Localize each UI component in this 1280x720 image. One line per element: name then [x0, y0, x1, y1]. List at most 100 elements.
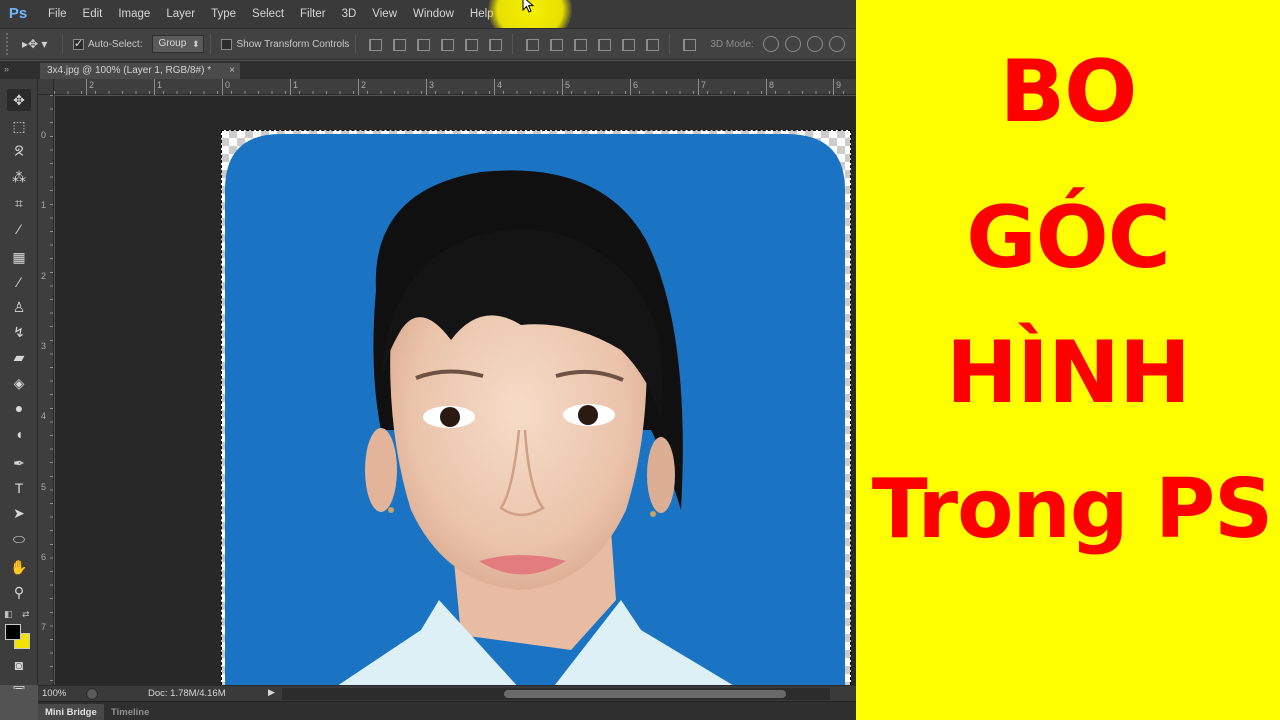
document-tab-bar: » 3x4.jpg @ 100% (Layer 1, RGB/8#) * × — [0, 61, 856, 79]
ruler-label: 7 — [41, 622, 47, 632]
align-vertical-center-icon[interactable] — [391, 37, 407, 51]
menu-view[interactable]: View — [364, 0, 405, 28]
ruler-label: 4 — [497, 80, 503, 90]
lasso-tool-icon[interactable]: ᘝ — [7, 140, 31, 162]
align-top-icon[interactable] — [367, 37, 383, 51]
ruler-label: 5 — [41, 482, 47, 492]
ruler-origin[interactable] — [38, 79, 54, 95]
auto-select-mode-dropdown[interactable]: Group — [152, 35, 205, 53]
ruler-label: 8 — [769, 80, 775, 90]
auto-align-layers-icon[interactable] — [681, 37, 697, 51]
close-icon[interactable]: × — [229, 63, 235, 79]
bottom-panel: Mini Bridge Timeline — [38, 701, 856, 720]
zoom-tool-icon[interactable]: ⚲ — [7, 581, 31, 603]
default-colors-icon[interactable]: ◧ — [4, 609, 13, 620]
show-transform-controls-checkbox[interactable] — [221, 38, 233, 50]
divider — [512, 34, 514, 54]
title-line: BO — [999, 42, 1138, 142]
eraser-tool-icon[interactable]: ▰ — [7, 346, 31, 368]
hand-tool-icon[interactable]: ✋ — [7, 556, 31, 578]
vertical-ruler[interactable]: 0 1 2 3 4 5 6 7 — [38, 95, 54, 685]
3d-roll-icon[interactable] — [784, 36, 801, 52]
distribute-left-icon[interactable] — [596, 37, 612, 51]
menu-bar: Ps File Edit Image Layer Type Select Fil… — [0, 0, 856, 28]
screen-mode-icon[interactable]: ▣ — [7, 679, 31, 689]
zoom-icon[interactable] — [86, 688, 98, 700]
ruler-label: 1 — [293, 80, 299, 90]
title-line: GÓC — [966, 188, 1171, 288]
portrait-photo — [225, 134, 845, 685]
move-tool-icon[interactable]: ▸✥ ▾ — [22, 33, 56, 55]
distribute-horizontal-center-icon[interactable] — [620, 37, 636, 51]
tab-timeline[interactable]: Timeline — [104, 704, 156, 720]
distribute-top-icon[interactable] — [524, 37, 540, 51]
pen-tool-icon[interactable]: ✒ — [7, 452, 31, 474]
3d-rotate-icon[interactable] — [762, 36, 779, 52]
ruler-label: 3 — [41, 341, 47, 351]
menu-layer[interactable]: Layer — [158, 0, 203, 28]
scrollbar-thumb[interactable] — [504, 690, 786, 698]
brush-tool-icon[interactable]: ∕ — [7, 271, 31, 293]
menu-image[interactable]: Image — [110, 0, 158, 28]
foreground-color-swatch[interactable] — [5, 624, 21, 640]
title-panel: BO GÓC HÌNH Trong PS — [856, 0, 1280, 720]
clone-stamp-tool-icon[interactable]: ♙ — [7, 296, 31, 318]
healing-brush-tool-icon[interactable]: ▦ — [7, 246, 31, 268]
type-tool-icon[interactable]: T — [7, 477, 31, 499]
path-selection-tool-icon[interactable]: ➤ — [7, 502, 31, 524]
crop-tool-icon[interactable]: ⌗ — [7, 192, 31, 214]
menu-window[interactable]: Window — [405, 0, 462, 28]
horizontal-scrollbar[interactable] — [282, 688, 830, 700]
3d-slide-icon[interactable] — [828, 36, 845, 52]
status-menu-arrow-icon[interactable]: ▶ — [268, 687, 275, 698]
menu-edit[interactable]: Edit — [75, 0, 111, 28]
align-bottom-icon[interactable] — [415, 37, 431, 51]
document-tab[interactable]: 3x4.jpg @ 100% (Layer 1, RGB/8#) * × — [40, 63, 240, 79]
ruler-label: 4 — [41, 411, 47, 421]
horizontal-ruler[interactable]: 2 1 0 1 2 3 4 5 6 7 8 9 — [54, 79, 856, 95]
menu-file[interactable]: File — [40, 0, 75, 28]
ruler-label: 5 — [565, 80, 571, 90]
blur-tool-icon[interactable]: ● — [7, 397, 31, 419]
align-right-icon[interactable] — [487, 37, 503, 51]
menu-3d[interactable]: 3D — [334, 0, 365, 28]
document-canvas[interactable] — [221, 130, 851, 685]
menu-type[interactable]: Type — [203, 0, 244, 28]
menu-select[interactable]: Select — [244, 0, 292, 28]
quick-mask-icon[interactable]: ◙ — [7, 654, 31, 676]
distribute-vertical-center-icon[interactable] — [548, 37, 564, 51]
distribute-right-icon[interactable] — [644, 37, 660, 51]
distribute-bottom-icon[interactable] — [572, 37, 588, 51]
paint-bucket-tool-icon[interactable]: ◈ — [7, 372, 31, 394]
ellipse-tool-icon[interactable]: ⬭ — [7, 528, 31, 550]
divider — [62, 34, 63, 54]
ruler-label: 0 — [41, 130, 47, 140]
canvas-area[interactable] — [55, 96, 856, 685]
options-bar-grip[interactable] — [6, 33, 12, 55]
marquee-tool-icon[interactable]: ⬚ — [7, 115, 31, 137]
ruler-label: 2 — [41, 271, 47, 281]
eyedropper-tool-icon[interactable]: ⁄ — [7, 218, 31, 240]
tools-panel: ✥ ⬚ ᘝ ⁂ ⌗ ⁄ ▦ ∕ ♙ ↯ ▰ ◈ ● ◖ ✒ T ➤ ⬭ ✋ ⚲ … — [0, 79, 38, 689]
align-horizontal-center-icon[interactable] — [463, 37, 479, 51]
zoom-level[interactable]: 100% — [42, 686, 66, 701]
panel-collapse-icon[interactable]: » — [4, 64, 9, 74]
ruler-label: 0 — [225, 80, 231, 90]
menu-filter[interactable]: Filter — [292, 0, 334, 28]
3d-mode-label: 3D Mode: — [710, 38, 754, 50]
ruler-label: 9 — [836, 80, 842, 90]
ruler-label: 6 — [633, 80, 639, 90]
auto-select-checkbox[interactable] — [73, 37, 84, 50]
history-brush-tool-icon[interactable]: ↯ — [7, 321, 31, 343]
3d-drag-icon[interactable] — [806, 36, 823, 52]
align-left-icon[interactable] — [439, 37, 455, 51]
ruler-label: 1 — [157, 80, 163, 90]
ruler-label: 1 — [41, 200, 47, 210]
tab-mini-bridge[interactable]: Mini Bridge — [38, 704, 104, 720]
swap-colors-icon[interactable]: ⇄ — [22, 609, 30, 620]
magic-wand-tool-icon[interactable]: ⁂ — [7, 166, 31, 188]
ruler-label: 7 — [701, 80, 707, 90]
photoshop-window: Ps File Edit Image Layer Type Select Fil… — [0, 0, 856, 720]
move-tool-icon[interactable]: ✥ — [7, 89, 31, 111]
dodge-tool-icon[interactable]: ◖ — [7, 423, 31, 445]
